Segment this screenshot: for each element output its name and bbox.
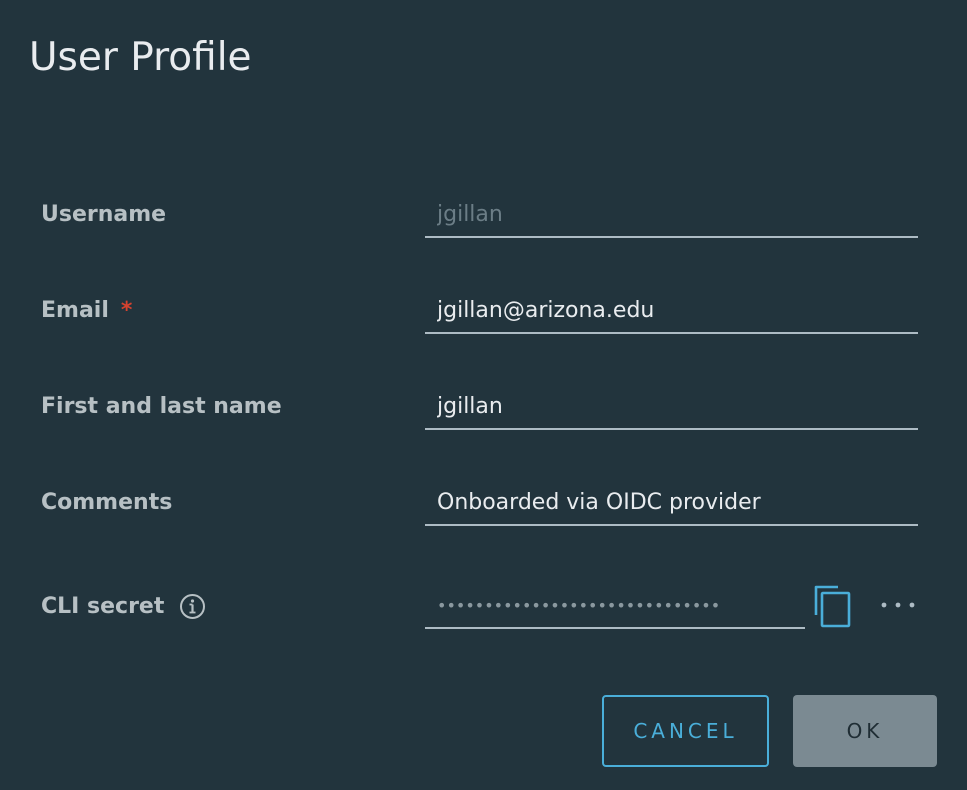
email-label: Email * — [41, 298, 132, 323]
ellipsis-horizontal-icon[interactable] — [874, 593, 922, 617]
full-name-row: First and last name — [0, 384, 967, 434]
cli-secret-row: CLI secret — [0, 583, 967, 633]
cli-secret-label: CLI secret — [41, 593, 206, 620]
username-field — [425, 192, 918, 238]
dialog-title: User Profile — [29, 35, 252, 80]
full-name-label-text: First and last name — [41, 394, 282, 419]
comments-label: Comments — [41, 490, 172, 515]
username-row: Username — [0, 192, 967, 242]
email-row: Email * — [0, 288, 967, 338]
cancel-button[interactable]: CANCEL — [602, 695, 769, 767]
username-label: Username — [41, 202, 166, 227]
ok-button[interactable]: OK — [793, 695, 937, 767]
copy-icon[interactable] — [812, 583, 854, 629]
required-marker: * — [120, 298, 133, 323]
email-label-text: Email — [41, 298, 109, 323]
info-circle-icon[interactable] — [179, 593, 206, 620]
comments-row: Comments — [0, 480, 967, 530]
cli-secret-field[interactable] — [425, 583, 805, 629]
full-name-field[interactable] — [425, 384, 918, 430]
cli-secret-label-text: CLI secret — [41, 594, 165, 619]
comments-label-text: Comments — [41, 490, 173, 515]
username-label-text: Username — [41, 202, 167, 227]
comments-field[interactable] — [425, 480, 918, 526]
email-field[interactable] — [425, 288, 918, 334]
user-profile-dialog: User Profile Username Email * First and … — [0, 0, 967, 790]
full-name-label: First and last name — [41, 394, 282, 419]
